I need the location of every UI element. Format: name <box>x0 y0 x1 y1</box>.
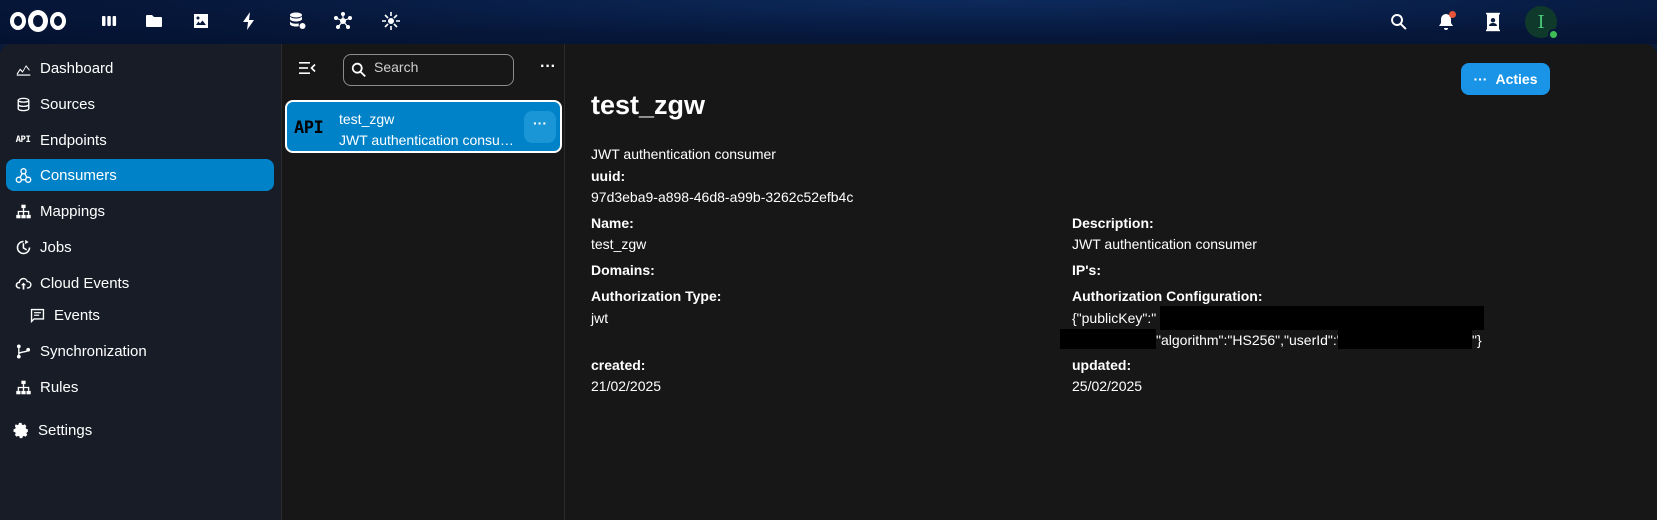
nav-item-dashboard[interactable]: Dashboard <box>6 52 274 84</box>
cloud-upload-icon <box>14 274 32 292</box>
nav-item-settings[interactable]: Settings <box>4 414 272 446</box>
dashboard-app-icon[interactable] <box>98 10 120 32</box>
top-bar: I <box>0 0 1657 44</box>
api-icon: API <box>15 135 31 145</box>
integration-app-icon[interactable] <box>380 10 402 32</box>
name-value: test_zgw <box>591 236 647 252</box>
created-value: 21/02/2025 <box>591 378 662 394</box>
updated-value: 25/02/2025 <box>1072 378 1143 394</box>
authorization-configuration-line1: {"publicKey":" <box>1072 310 1157 326</box>
description-value: JWT authentication consumer <box>1072 236 1257 252</box>
authorization-configuration-line2: "algorithm":"HS256","userId":" <box>1156 332 1342 348</box>
authorization-type-label: Authorization Type: <box>591 288 722 304</box>
page-title: test_zgw <box>591 90 706 120</box>
notifications-bell-icon[interactable] <box>1434 10 1458 34</box>
nav-item-label: Synchronization <box>40 342 147 360</box>
redaction-bar <box>1060 329 1156 349</box>
photos-app-icon[interactable] <box>190 10 212 32</box>
name-label: Name: <box>591 215 634 231</box>
consumers-list: ··· API test_zgw JWT authentication cons… <box>283 44 565 520</box>
nav-item-events[interactable]: Events <box>6 299 274 331</box>
source-branch-icon <box>14 342 32 360</box>
chart-line-icon <box>14 59 32 77</box>
nav-item-consumers[interactable]: Consumers <box>6 159 274 191</box>
activity-app-icon[interactable] <box>238 10 260 32</box>
nav-item-label: Events <box>54 306 100 324</box>
nav-item-sources[interactable]: Sources <box>6 88 274 120</box>
ips-label: IP's: <box>1072 262 1102 278</box>
search-icon[interactable] <box>1387 10 1411 34</box>
avatar-letter: I <box>1537 11 1545 33</box>
domains-label: Domains: <box>591 262 655 278</box>
actions-button[interactable]: ··· Acties <box>1461 63 1550 95</box>
nav-item-label: Jobs <box>40 238 72 256</box>
nav-item-label: Mappings <box>40 202 106 220</box>
sitemap-icon <box>14 202 32 220</box>
nav-item-label: Dashboard <box>40 59 114 77</box>
menu-collapse-icon[interactable] <box>297 58 317 78</box>
nav-item-label: Sources <box>40 95 96 113</box>
nav-item-label: Settings <box>38 421 93 439</box>
user-avatar[interactable]: I <box>1525 6 1559 40</box>
cog-icon <box>12 421 30 439</box>
list-item-title: test_zgw <box>339 111 395 127</box>
nav-item-label: Endpoints <box>40 131 107 149</box>
redaction-bar <box>1160 306 1484 330</box>
nav-item-rules[interactable]: Rules <box>6 371 274 403</box>
nav-item-label: Rules <box>40 378 79 396</box>
message-text-icon <box>28 306 46 324</box>
files-app-icon[interactable] <box>143 10 165 32</box>
description-line: JWT authentication consumer <box>591 146 776 162</box>
authorization-configuration-end: "} <box>1472 332 1482 348</box>
nav-item-mappings[interactable]: Mappings <box>6 195 274 227</box>
nav-item-label: Consumers <box>40 166 117 184</box>
uuid-label: uuid: <box>591 168 626 184</box>
api-icon: API <box>294 118 324 138</box>
sitemap-icon <box>14 378 32 396</box>
database-icon <box>14 95 32 113</box>
uuid-value: 97d3eba9-a898-46d8-a99b-3262c52efb4c <box>591 189 854 205</box>
database-app-icon[interactable] <box>286 10 308 32</box>
consumer-detail: ··· Acties test_zgw JWT authentication c… <box>566 44 1657 520</box>
list-item-actions-button[interactable]: ··· <box>524 111 556 143</box>
nav-item-synchronization[interactable]: Synchronization <box>6 335 274 367</box>
online-status-dot <box>1548 29 1559 40</box>
network-app-icon[interactable] <box>332 10 354 32</box>
app-navigation: Dashboard Sources API Endpoints Consumer… <box>0 44 282 520</box>
search-input[interactable] <box>374 59 504 75</box>
updated-label: updated: <box>1072 357 1132 373</box>
list-item-subtitle: JWT authentication consumer <box>339 132 517 148</box>
nav-item-label: Cloud Events <box>40 274 130 292</box>
search-field[interactable] <box>343 54 514 86</box>
redaction-bar <box>1338 329 1472 349</box>
dots-horizontal-icon: ··· <box>1473 71 1488 87</box>
list-item-consumer[interactable]: API test_zgw JWT authentication consumer… <box>285 100 562 153</box>
magnify-icon <box>350 61 368 79</box>
contacts-icon[interactable] <box>1481 10 1505 34</box>
authorization-type-value: jwt <box>591 310 609 326</box>
nav-item-jobs[interactable]: Jobs <box>6 231 274 263</box>
consumers-icon <box>14 166 32 184</box>
description-label: Description: <box>1072 215 1154 231</box>
nextcloud-logo[interactable] <box>10 7 66 35</box>
nav-item-cloud-events[interactable]: Cloud Events <box>6 267 274 299</box>
created-label: created: <box>591 357 646 373</box>
actions-label: Acties <box>1495 71 1538 87</box>
main-area: Dashboard Sources API Endpoints Consumer… <box>0 44 1657 520</box>
clock-icon <box>14 238 32 256</box>
notification-dot <box>1449 11 1456 18</box>
list-more-options-icon[interactable]: ··· <box>538 59 558 80</box>
authorization-configuration-label: Authorization Configuration: <box>1072 288 1263 304</box>
nav-item-endpoints[interactable]: API Endpoints <box>6 124 274 156</box>
